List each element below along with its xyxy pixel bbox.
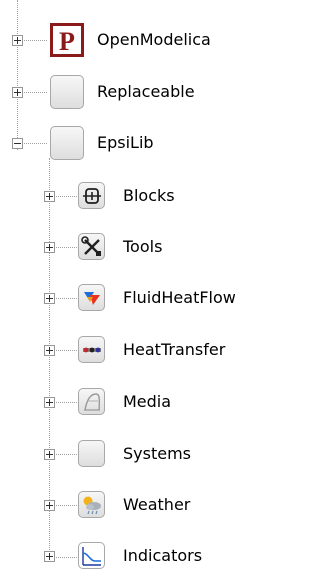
expand-toggle[interactable] xyxy=(44,449,55,460)
tree-item-heattransfer[interactable]: HeatTransfer xyxy=(0,330,290,370)
expand-toggle[interactable] xyxy=(44,345,55,356)
expand-toggle[interactable] xyxy=(44,551,55,562)
media-icon xyxy=(78,388,105,415)
library-tree: P OpenModelica Replaceable EpsiLib Block… xyxy=(0,0,290,576)
expand-toggle[interactable] xyxy=(44,191,55,202)
tree-item-indicators[interactable]: Indicators xyxy=(0,536,290,576)
openmodelica-logo-icon: P xyxy=(50,23,84,57)
tree-item-systems[interactable]: Systems xyxy=(0,434,290,474)
tree-item-weather[interactable]: Weather xyxy=(0,485,290,525)
tree-item-openmodelica[interactable]: P OpenModelica xyxy=(0,20,290,60)
svg-text:P: P xyxy=(59,27,75,56)
tree-item-label: Tools xyxy=(123,237,163,256)
tree-item-label: Media xyxy=(123,392,172,411)
expand-toggle[interactable] xyxy=(44,242,55,253)
tree-item-tools[interactable]: Tools xyxy=(0,227,290,267)
tree-item-label: HeatTransfer xyxy=(123,340,226,359)
weather-icon xyxy=(78,491,105,518)
tree-item-replaceable[interactable]: Replaceable xyxy=(0,72,290,112)
tree-item-label: Weather xyxy=(123,495,191,514)
expand-toggle[interactable] xyxy=(44,500,55,511)
tree-item-label: FluidHeatFlow xyxy=(123,288,236,307)
fluid-heat-flow-icon xyxy=(78,284,105,311)
blank-package-icon xyxy=(50,126,84,160)
expand-toggle[interactable] xyxy=(12,87,23,98)
expand-toggle[interactable] xyxy=(44,293,55,304)
blank-package-icon xyxy=(50,75,84,109)
tree-item-label: Replaceable xyxy=(97,82,195,101)
tree-item-label: Blocks xyxy=(123,186,175,205)
tree-item-epsilib[interactable]: EpsiLib xyxy=(0,123,290,163)
collapse-toggle[interactable] xyxy=(12,138,23,149)
tree-item-label: Indicators xyxy=(123,546,203,565)
blocks-icon xyxy=(78,182,105,209)
expand-toggle[interactable] xyxy=(12,35,23,46)
indicators-icon xyxy=(78,542,105,569)
tree-item-media[interactable]: Media xyxy=(0,382,290,422)
tree-item-label: EpsiLib xyxy=(97,133,154,152)
heat-transfer-icon xyxy=(78,336,105,363)
tree-item-label: Systems xyxy=(123,444,191,463)
tools-icon xyxy=(78,233,105,260)
tree-item-label: OpenModelica xyxy=(97,30,211,49)
tree-item-fluidheatflow[interactable]: FluidHeatFlow xyxy=(0,278,290,318)
tree-item-blocks[interactable]: Blocks xyxy=(0,176,290,216)
blank-package-icon xyxy=(78,440,105,467)
expand-toggle[interactable] xyxy=(44,397,55,408)
